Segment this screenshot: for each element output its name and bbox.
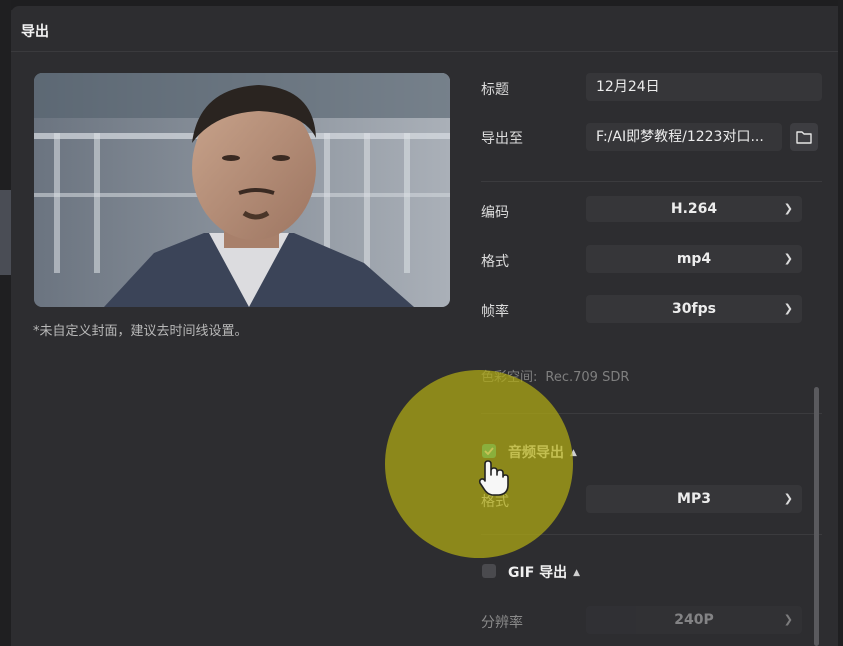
video-format-value: mp4 [676,251,712,267]
gif-resolution-select[interactable]: 240P ❯ [586,606,802,634]
chevron-down-icon: ❯ [783,202,793,215]
colorspace-value: Rec.709 SDR [545,370,630,385]
audio-format-label: 格式 [481,494,509,510]
codec-value: H.264 [670,201,718,217]
collapse-caret-icon: ▲ [573,568,581,578]
gif-export-checkbox[interactable] [482,564,496,578]
background-app-left-panel [0,0,11,646]
header-divider [11,51,843,52]
browse-folder-button[interactable] [790,123,818,151]
checkmark-icon [484,447,494,455]
chevron-down-icon: ❯ [783,252,793,265]
section-divider [481,181,822,182]
click-spotlight [385,370,573,558]
dialog-title: 导出 [21,24,49,40]
gif-resolution-label: 分辨率 [481,615,523,631]
background-app-right-edge [838,0,843,646]
framerate-value: 30fps [672,301,716,317]
folder-icon [796,131,812,144]
video-format-label: 格式 [481,254,509,270]
audio-export-label: 音频导出 [508,445,564,461]
cover-note: *未自定义封面，建议去时间线设置。 [33,324,248,339]
framerate-label: 帧率 [481,304,509,320]
audio-export-header[interactable]: 音频导出 ▲ [508,442,577,462]
colorspace-info: 色彩空间: Rec.709 SDR [481,366,629,385]
title-label: 标题 [481,82,509,98]
export-to-label: 导出至 [481,131,523,147]
export-dialog: 导出 *未自定义封面，建议去时间线设置。 标题 12月24日 导出至 F:/AI… [11,6,843,646]
section-divider [481,413,822,414]
codec-label: 编码 [481,205,509,221]
framerate-select[interactable]: 30fps ❯ [586,295,802,323]
gif-export-label: GIF 导出 [508,565,568,581]
export-path-field[interactable]: F:/AI即梦教程/1223对口... [586,123,782,151]
audio-export-checkbox[interactable] [482,444,496,458]
chevron-down-icon: ❯ [783,613,793,626]
cover-preview [34,73,450,307]
cover-preview-image [34,73,450,307]
title-input[interactable]: 12月24日 [586,73,822,101]
chevron-down-icon: ❯ [783,492,793,505]
collapse-caret-icon: ▲ [570,448,577,458]
background-thumbnail [0,190,11,275]
gif-resolution-value: 240P [674,612,714,628]
codec-select[interactable]: H.264 ❯ [586,196,802,222]
scrollbar[interactable] [814,387,819,646]
video-format-select[interactable]: mp4 ❯ [586,245,802,273]
section-divider [481,534,822,535]
gif-export-header[interactable]: GIF 导出 ▲ [508,562,580,582]
audio-format-select[interactable]: MP3 ❯ [586,485,802,513]
colorspace-label: 色彩空间: [481,370,538,385]
chevron-down-icon: ❯ [783,302,793,315]
audio-format-value: MP3 [677,491,711,507]
